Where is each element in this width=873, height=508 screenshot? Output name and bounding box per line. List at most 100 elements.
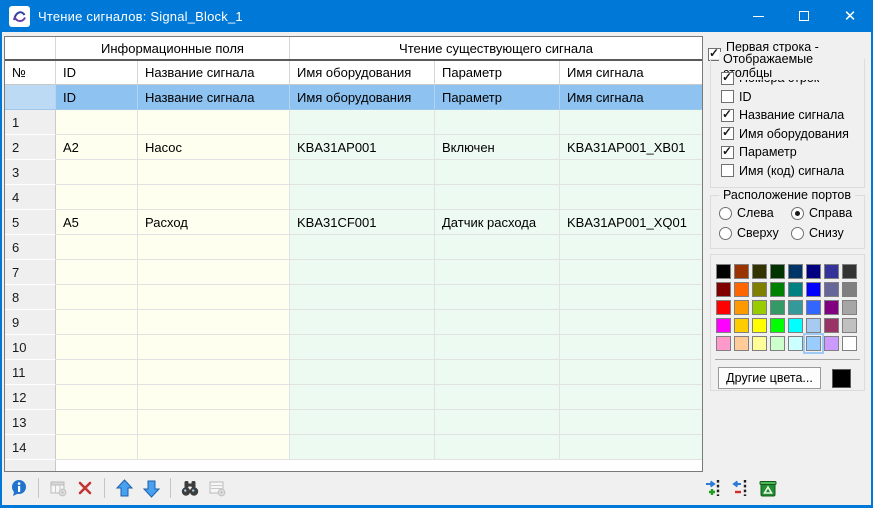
column-checkbox[interactable]: ID xyxy=(721,90,864,104)
table-cell[interactable] xyxy=(560,360,702,385)
table-cell[interactable] xyxy=(435,260,560,285)
table-cell[interactable] xyxy=(56,410,138,435)
table-row[interactable]: 1 xyxy=(5,110,702,135)
table-cell[interactable] xyxy=(138,110,290,135)
table-cell[interactable] xyxy=(560,335,702,360)
color-swatch[interactable] xyxy=(824,264,839,279)
column-checkbox[interactable]: Имя оборудования xyxy=(721,127,864,141)
table-cell[interactable]: 3 xyxy=(5,160,56,185)
table-cell[interactable] xyxy=(290,335,435,360)
color-swatch[interactable] xyxy=(752,336,767,351)
color-swatch[interactable] xyxy=(824,336,839,351)
color-swatch[interactable] xyxy=(770,336,785,351)
table-cell[interactable] xyxy=(560,385,702,410)
add-port-icon[interactable] xyxy=(704,478,724,498)
table-cell[interactable]: 7 xyxy=(5,260,56,285)
more-colors-button[interactable]: Другие цвета... xyxy=(718,367,821,389)
color-swatch[interactable] xyxy=(716,264,731,279)
table-cell[interactable]: Датчик расхода xyxy=(435,210,560,235)
table-cell[interactable]: 5 xyxy=(5,210,56,235)
table-cell[interactable] xyxy=(560,435,702,460)
table-cell[interactable] xyxy=(56,310,138,335)
table-cell[interactable] xyxy=(435,185,560,210)
color-swatch[interactable] xyxy=(842,318,857,333)
table-cell[interactable] xyxy=(290,110,435,135)
table-row[interactable]: 6 xyxy=(5,235,702,260)
column-checkbox[interactable]: Имя (код) сигнала xyxy=(721,164,864,178)
color-swatch[interactable] xyxy=(752,318,767,333)
table-cell[interactable]: KBA31CF001 xyxy=(290,210,435,235)
table-cell[interactable] xyxy=(435,160,560,185)
table-cell[interactable]: Включен xyxy=(435,135,560,160)
table-row[interactable]: 5A5РасходKBA31CF001Датчик расходаKBA31AP… xyxy=(5,210,702,235)
table-cell[interactable] xyxy=(435,235,560,260)
table-cell[interactable] xyxy=(560,235,702,260)
column-checkbox[interactable]: Название сигнала xyxy=(721,108,864,122)
delete-icon[interactable] xyxy=(75,478,95,498)
table-cell[interactable] xyxy=(435,110,560,135)
table-cell[interactable] xyxy=(435,285,560,310)
table-row[interactable]: 13 xyxy=(5,410,702,435)
table-cell[interactable] xyxy=(56,285,138,310)
table-cell[interactable] xyxy=(560,185,702,210)
table-row[interactable]: 11 xyxy=(5,360,702,385)
table-settings-icon[interactable] xyxy=(207,478,227,498)
color-swatch[interactable] xyxy=(824,282,839,297)
find-icon[interactable] xyxy=(180,478,200,498)
table-cell[interactable] xyxy=(290,410,435,435)
table-cell[interactable] xyxy=(290,285,435,310)
table-cell[interactable] xyxy=(290,310,435,335)
table-cell[interactable] xyxy=(138,160,290,185)
table-cell[interactable] xyxy=(138,435,290,460)
table-row[interactable]: 10 xyxy=(5,335,702,360)
table-cell[interactable] xyxy=(138,260,290,285)
color-swatch[interactable] xyxy=(770,318,785,333)
color-swatch[interactable] xyxy=(788,264,803,279)
color-swatch[interactable] xyxy=(752,264,767,279)
table-cell[interactable] xyxy=(290,435,435,460)
port-radio[interactable]: Справа xyxy=(791,206,863,220)
table-cell[interactable] xyxy=(56,110,138,135)
port-radio[interactable]: Снизу xyxy=(791,226,863,240)
table-row[interactable]: 2A2НасосKBA31AP001ВключенKBA31AP001_XB01 xyxy=(5,135,702,160)
table-cell[interactable] xyxy=(560,310,702,335)
maximize-button[interactable] xyxy=(781,0,827,32)
table-cell[interactable] xyxy=(138,410,290,435)
color-swatch[interactable] xyxy=(770,282,785,297)
table-row-selected[interactable]: IDНазвание сигналаИмя оборудованияПараме… xyxy=(5,85,702,110)
table-row[interactable]: 7 xyxy=(5,260,702,285)
color-swatch[interactable] xyxy=(806,282,821,297)
table-row[interactable]: 4 xyxy=(5,185,702,210)
color-swatch[interactable] xyxy=(824,318,839,333)
table-cell[interactable] xyxy=(290,235,435,260)
table-cell[interactable]: 8 xyxy=(5,285,56,310)
port-radio[interactable]: Слева xyxy=(719,206,791,220)
table-cell[interactable]: 1 xyxy=(5,110,56,135)
table-cell[interactable] xyxy=(290,185,435,210)
table-cell[interactable] xyxy=(435,385,560,410)
table-cell[interactable] xyxy=(560,285,702,310)
recycle-bin-icon[interactable] xyxy=(758,478,778,498)
color-swatch[interactable] xyxy=(752,300,767,315)
table-cell[interactable] xyxy=(290,160,435,185)
table-cell[interactable] xyxy=(435,410,560,435)
color-swatch[interactable] xyxy=(788,318,803,333)
color-swatch[interactable] xyxy=(824,300,839,315)
table-cell[interactable] xyxy=(560,110,702,135)
table-cell[interactable] xyxy=(290,260,435,285)
table-cell[interactable] xyxy=(5,85,56,110)
table-cell[interactable] xyxy=(435,310,560,335)
table-row[interactable]: 8 xyxy=(5,285,702,310)
table-cell[interactable] xyxy=(560,260,702,285)
move-down-icon[interactable] xyxy=(141,478,161,498)
table-cell[interactable]: A2 xyxy=(56,135,138,160)
table-row[interactable]: 3 xyxy=(5,160,702,185)
color-swatch[interactable] xyxy=(806,300,821,315)
table-cell[interactable] xyxy=(435,335,560,360)
table-cell[interactable]: KBA31AP001 xyxy=(290,135,435,160)
table-cell[interactable]: 2 xyxy=(5,135,56,160)
table-cell[interactable] xyxy=(56,160,138,185)
color-swatch[interactable] xyxy=(788,300,803,315)
table-cell[interactable] xyxy=(56,335,138,360)
table-cell[interactable] xyxy=(138,310,290,335)
